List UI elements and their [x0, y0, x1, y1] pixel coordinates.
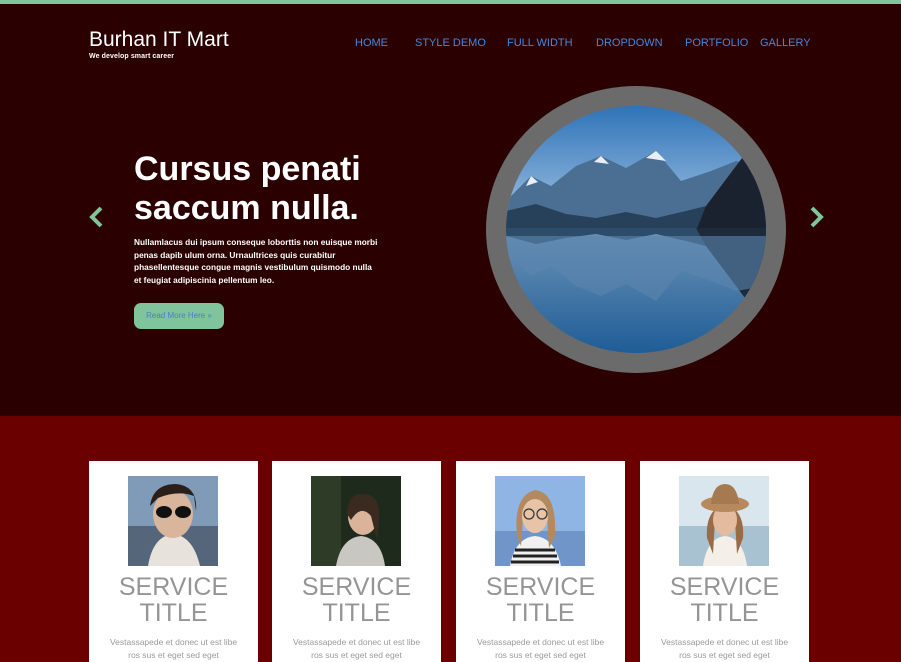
slide-text: Nullamlacus dui ipsum conseque loborttis… [134, 237, 378, 285]
site-tagline: We develop smart career [89, 53, 175, 60]
service-photo [679, 476, 769, 566]
chevron-left-icon[interactable] [86, 204, 108, 230]
service-photo [495, 476, 585, 566]
slide-title-line-1: Cursus penati [134, 150, 361, 188]
service-title: SERVICE TITLE [301, 573, 412, 627]
nav-item-home[interactable]: HOME [355, 37, 388, 49]
service-card: SERVICE TITLE Vestassapede et donec ut e… [272, 461, 441, 662]
hero-section: Burhan IT Mart We develop smart career H… [0, 4, 901, 416]
hero-image-frame [486, 86, 786, 373]
service-title: SERVICE TITLE [485, 573, 596, 627]
nav-item-gallery[interactable]: GALLERY [760, 37, 811, 49]
service-title: SERVICE TITLE [118, 573, 229, 627]
mountain-lake-image [506, 106, 766, 353]
nav-item-style-demo[interactable]: STYLE DEMO [415, 37, 486, 49]
service-card: SERVICE TITLE Vestassapede et donec ut e… [89, 461, 258, 662]
services-section: SERVICE TITLE Vestassapede et donec ut e… [0, 416, 901, 662]
service-photo [128, 476, 218, 566]
service-text: Vestassapede et donec ut est libe ros su… [476, 637, 605, 660]
service-card: SERVICE TITLE Vestassapede et donec ut e… [640, 461, 809, 662]
site-title[interactable]: Burhan IT Mart [89, 28, 229, 52]
service-text: Vestassapede et donec ut est libe ros su… [109, 637, 238, 660]
nav-item-portfolio[interactable]: PORTFOLIO [685, 37, 748, 49]
nav-item-dropdown[interactable]: DROPDOWN [596, 37, 663, 49]
slide-title-line-2: saccum nulla. [134, 189, 359, 227]
chevron-right-icon[interactable] [805, 204, 827, 230]
service-text: Vestassapede et donec ut est libe ros su… [292, 637, 421, 660]
slide-title: Cursus penati saccum nulla. [134, 150, 434, 228]
service-text: Vestassapede et donec ut est libe ros su… [660, 637, 789, 660]
read-more-button[interactable]: Read More Here » [134, 303, 224, 329]
nav-item-full-width[interactable]: FULL WIDTH [507, 37, 573, 49]
service-photo [311, 476, 401, 566]
service-title: SERVICE TITLE [669, 573, 780, 627]
service-card: SERVICE TITLE Vestassapede et donec ut e… [456, 461, 625, 662]
brand[interactable]: Burhan IT Mart We develop smart career [89, 28, 229, 60]
